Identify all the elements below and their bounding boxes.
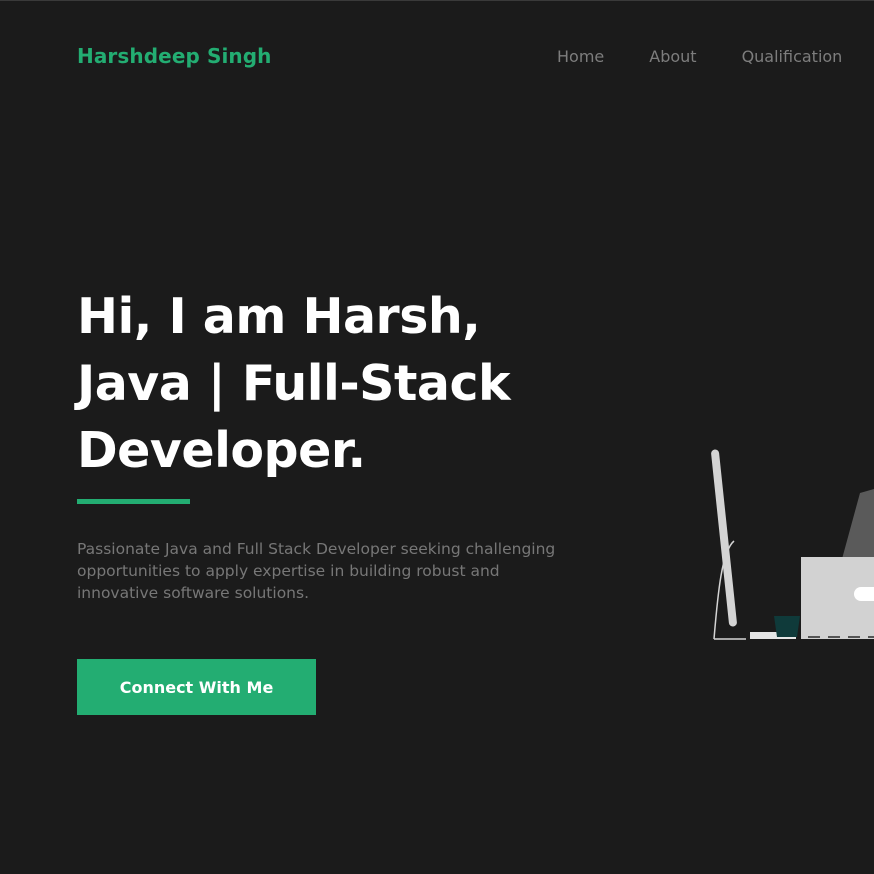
chair-back (711, 449, 737, 627)
hero-headline-line-2: Java | Full-Stack (77, 355, 511, 412)
page: Harshdeep Singh Home About Qualification… (0, 0, 874, 874)
connect-with-me-button[interactable]: Connect With Me (77, 659, 316, 715)
hero-headline-line-3: Developer. (77, 422, 366, 479)
hero-description: Passionate Java and Full Stack Developer… (77, 540, 556, 602)
mug (774, 616, 800, 637)
brand-logo-link[interactable]: Harshdeep Singh (77, 44, 272, 68)
nav-link-qualification[interactable]: Qualification (742, 47, 843, 66)
nav-link-about[interactable]: About (649, 47, 696, 66)
headline-accent-bar (77, 499, 190, 504)
laptop-logo (854, 587, 874, 601)
person-silhouette (842, 489, 874, 559)
main-nav: Home About Qualification (557, 47, 842, 66)
hero-headline: Hi, I am Harsh, Java | Full-Stack Develo… (77, 283, 597, 484)
nav-link-home[interactable]: Home (557, 47, 604, 66)
hero-headline-line-1: Hi, I am Harsh, (77, 288, 481, 345)
developer-at-desk-illustration (711, 449, 874, 640)
